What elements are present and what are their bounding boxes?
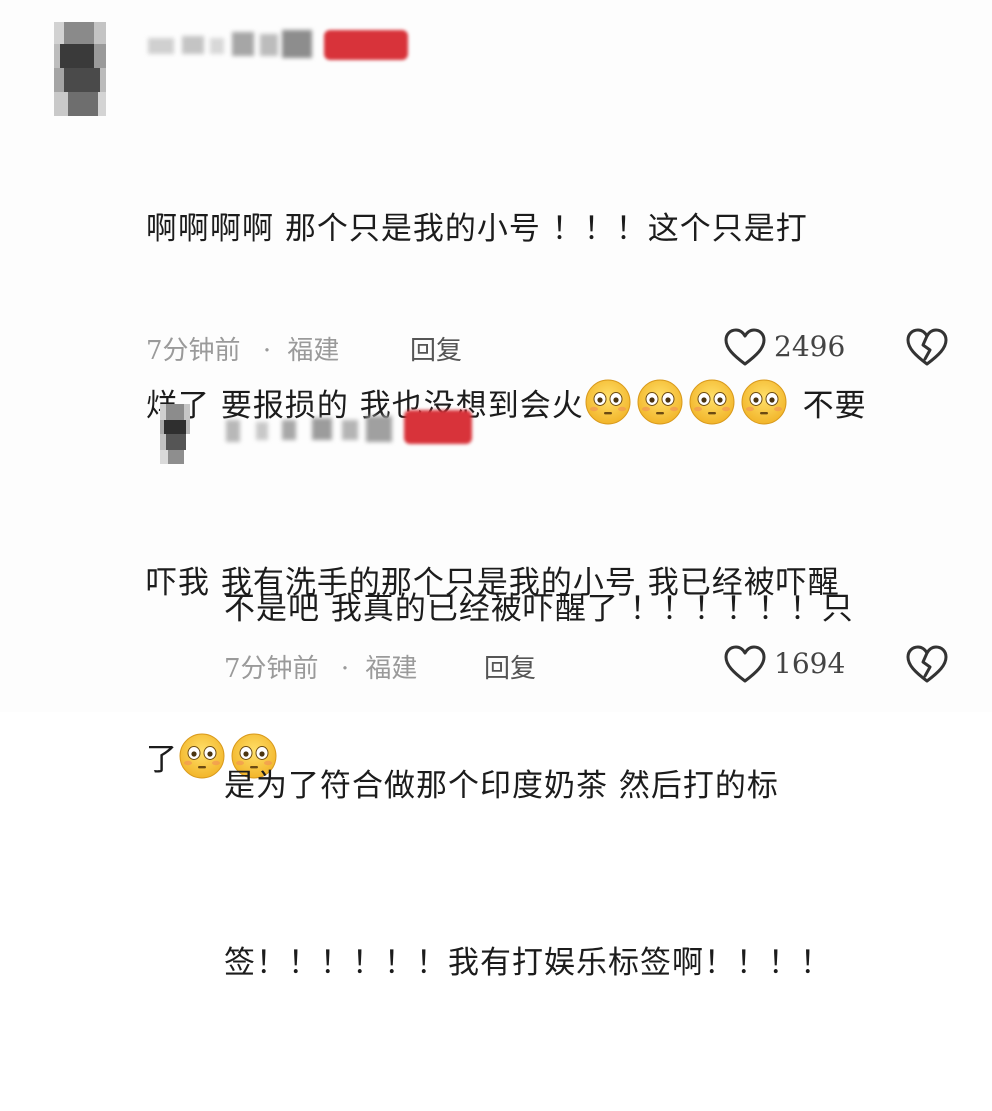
flushed-face-icon <box>179 733 225 779</box>
username-redacted[interactable] <box>226 414 396 444</box>
avatar[interactable] <box>54 22 106 116</box>
heart-icon[interactable] <box>724 645 766 685</box>
meta-separator: · <box>262 336 272 366</box>
comment-location: 福建 <box>365 654 418 684</box>
meta-separator: · <box>340 654 350 684</box>
user-badge <box>404 410 472 444</box>
comment-location: 福建 <box>287 336 340 366</box>
comment-time: 7分钟前 <box>224 654 319 684</box>
avatar[interactable] <box>160 404 190 464</box>
comment-meta: 7分钟前 · 福建 <box>146 330 339 367</box>
reply-button[interactable]: 回复 <box>410 330 462 367</box>
comment-line: 是为了符合做那个印度奶茶 然后打的标 <box>224 768 779 804</box>
comment-line: 签！！！！！！我有打娱乐标签啊！！！！ <box>224 945 832 981</box>
broken-heart-icon[interactable] <box>906 645 948 685</box>
like-count: 2496 <box>774 330 846 363</box>
flushed-face-icon <box>689 379 735 425</box>
like-count: 1694 <box>774 647 846 680</box>
comment-time: 7分钟前 <box>146 336 241 366</box>
reply-button[interactable]: 回复 <box>484 648 536 685</box>
flushed-face-icon <box>637 379 683 425</box>
user-badge <box>324 30 408 60</box>
username-redacted[interactable] <box>148 30 318 60</box>
comment-meta: 7分钟前 · 福建 <box>224 648 417 685</box>
flushed-face-icon <box>585 379 631 425</box>
emoji-group <box>584 379 792 425</box>
comment-line: 啊啊啊啊 那个只是我的小号 ！！！这个只是打 <box>146 211 808 247</box>
comment-thread: 啊啊啊啊 那个只是我的小号 ！！！这个只是打 烊了 要报损的 我也没想到会火 不… <box>0 0 992 981</box>
broken-heart-icon[interactable] <box>906 328 948 368</box>
comment-line: 不是吧 我真的已经被吓醒了 ！！！！！！只 <box>224 591 854 627</box>
flushed-face-icon <box>741 379 787 425</box>
heart-icon[interactable] <box>724 328 766 368</box>
comment-body: 不是吧 我真的已经被吓醒了 ！！！！！！只 是为了符合做那个印度奶茶 然后打的标… <box>224 462 954 1111</box>
